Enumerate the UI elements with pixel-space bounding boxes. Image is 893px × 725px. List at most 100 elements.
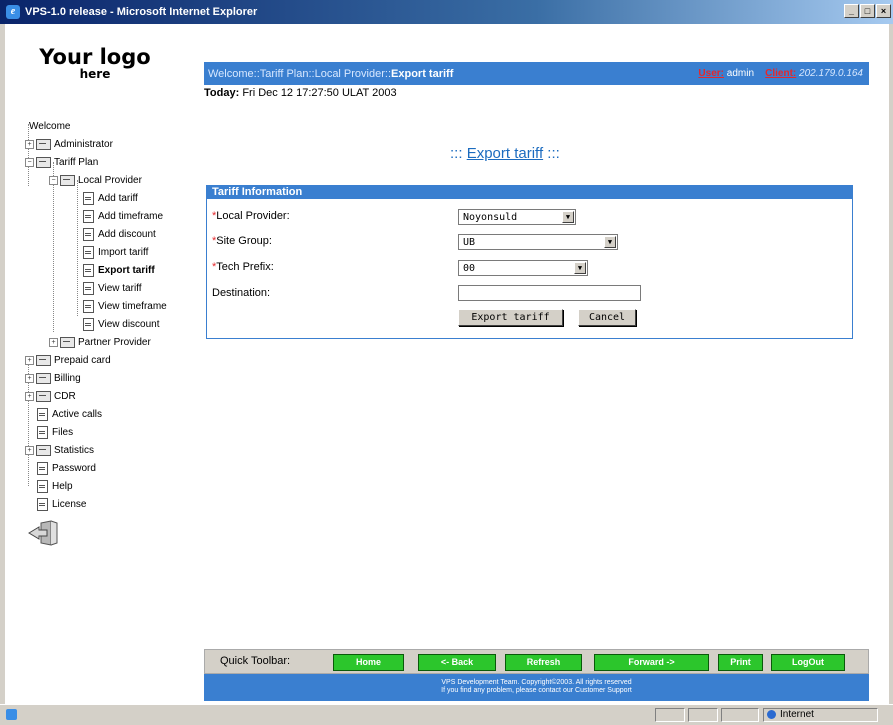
local-provider-select[interactable]: Noyonsuld ▼ xyxy=(458,209,576,225)
select-value: Noyonsuld xyxy=(463,212,518,223)
status-cell xyxy=(688,708,718,722)
tree-item-label: View discount xyxy=(98,319,160,330)
forward-button[interactable]: Forward -> xyxy=(594,654,709,671)
tree-item-local-provider[interactable]: − Local Provider xyxy=(49,172,142,189)
client-value: 202.179.0.164 xyxy=(799,68,863,79)
home-button[interactable]: Home xyxy=(333,654,404,671)
tree-item-label: Welcome xyxy=(29,121,71,132)
expand-icon[interactable]: + xyxy=(25,356,34,365)
tree-item-help[interactable]: Help xyxy=(37,478,73,495)
globe-icon xyxy=(767,710,776,719)
tree-item-add-timeframe[interactable]: Add timeframe xyxy=(83,208,163,225)
tree-item-administrator[interactable]: + Administrator xyxy=(25,136,113,153)
destination-label: Destination: xyxy=(212,287,271,299)
refresh-button[interactable]: Refresh xyxy=(505,654,582,671)
document-icon xyxy=(37,426,48,439)
tree-item-label: Administrator xyxy=(54,139,113,150)
minimize-button[interactable]: _ xyxy=(844,4,859,18)
page-title: ::: Export tariff ::: xyxy=(450,145,560,162)
tree-item-active-calls[interactable]: Active calls xyxy=(37,406,102,423)
breadcrumb-path: Welcome::Tariff Plan::Local Provider:: xyxy=(208,67,392,80)
logout-button[interactable]: LogOut xyxy=(771,654,845,671)
collapse-icon[interactable]: − xyxy=(49,176,58,185)
print-button[interactable]: Print xyxy=(718,654,763,671)
tree-item-label: Prepaid card xyxy=(54,355,111,366)
tree-item-password[interactable]: Password xyxy=(37,460,96,477)
expand-icon[interactable]: + xyxy=(25,374,34,383)
tree-item-label: View timeframe xyxy=(98,301,167,312)
expand-icon[interactable]: + xyxy=(25,140,34,149)
user-label: User: xyxy=(698,68,724,79)
tree-item-label: View tariff xyxy=(98,283,142,294)
document-icon xyxy=(83,282,94,295)
logo-line1: Your logo xyxy=(39,45,151,69)
document-icon xyxy=(83,264,94,277)
site-group-select[interactable]: UB ▼ xyxy=(458,234,618,250)
page-title-suffix: ::: xyxy=(547,145,560,162)
tree-item-label: Add discount xyxy=(98,229,156,240)
tree-item-export-tariff[interactable]: Export tariff xyxy=(83,262,155,279)
folder-icon xyxy=(36,391,51,402)
document-icon xyxy=(37,480,48,493)
cancel-button[interactable]: Cancel xyxy=(578,309,636,326)
expand-icon[interactable]: + xyxy=(25,392,34,401)
document-icon xyxy=(37,408,48,421)
ie-app-icon: e xyxy=(6,5,20,19)
site-group-label: *Site Group: xyxy=(212,235,272,247)
folder-icon xyxy=(60,175,75,186)
tree-item-add-tariff[interactable]: Add tariff xyxy=(83,190,138,207)
tree-item-license[interactable]: License xyxy=(37,496,86,513)
quick-toolbar: Quick Toolbar: Home <- Back Refresh Forw… xyxy=(204,649,869,674)
maximize-button[interactable]: □ xyxy=(860,4,875,18)
footer-support: If you find any problem, please contact … xyxy=(441,687,632,694)
tree-item-label: Help xyxy=(52,481,73,492)
close-button[interactable]: × xyxy=(876,4,891,18)
tree-item-welcome[interactable]: Welcome xyxy=(29,118,71,135)
tree-item-label: Files xyxy=(52,427,74,438)
tree-item-label: Add timeframe xyxy=(98,211,164,222)
local-provider-label: *Local Provider: xyxy=(212,210,290,222)
field-label: Tech Prefix: xyxy=(216,261,274,273)
tree-item-cdr[interactable]: + CDR xyxy=(25,388,76,405)
logout-door-icon[interactable] xyxy=(27,519,67,547)
tech-prefix-select[interactable]: 00 ▼ xyxy=(458,260,588,276)
folder-icon xyxy=(36,373,51,384)
tree-item-view-tariff[interactable]: View tariff xyxy=(83,280,142,297)
collapse-icon[interactable]: − xyxy=(25,158,34,167)
tree-item-import-tariff[interactable]: Import tariff xyxy=(83,244,148,261)
destination-input[interactable] xyxy=(458,285,641,301)
tree-item-view-timeframe[interactable]: View timeframe xyxy=(83,298,167,315)
tree-item-prepaid-card[interactable]: + Prepaid card xyxy=(25,352,111,369)
window-titlebar[interactable]: e VPS-1.0 release - Microsoft Internet E… xyxy=(0,0,893,24)
tree-item-files[interactable]: Files xyxy=(37,424,73,441)
tree-item-statistics[interactable]: + Statistics xyxy=(25,442,94,459)
page-icon xyxy=(6,709,17,720)
expand-icon[interactable]: + xyxy=(25,446,34,455)
session-info: User: admin Client: 202.179.0.164 xyxy=(698,68,863,79)
zone-label: Internet xyxy=(780,709,814,720)
browser-content: Your logo here Welcome + Administrator − T… xyxy=(5,24,889,704)
tree-item-view-discount[interactable]: View discount xyxy=(83,316,160,333)
tree-item-label: CDR xyxy=(54,391,76,402)
tree-item-tariff-plan[interactable]: − Tariff Plan xyxy=(25,154,98,171)
field-label: Local Provider: xyxy=(216,210,290,222)
back-button[interactable]: <- Back xyxy=(418,654,496,671)
chevron-down-icon: ▼ xyxy=(604,236,616,248)
status-bar: Internet xyxy=(0,704,893,725)
expand-icon[interactable]: + xyxy=(49,338,58,347)
tree-item-label: Partner Provider xyxy=(78,337,151,348)
tree-item-billing[interactable]: + Billing xyxy=(25,370,81,387)
folder-icon xyxy=(36,445,51,456)
document-icon xyxy=(83,246,94,259)
breadcrumb-current: Export tariff xyxy=(391,67,454,80)
footer: VPS Development Team. Copyright©2003. Al… xyxy=(204,674,869,701)
today-value: Fri Dec 12 17:27:50 ULAT 2003 xyxy=(242,87,397,99)
export-tariff-button[interactable]: Export tariff xyxy=(458,309,563,326)
tree-item-partner-provider[interactable]: + Partner Provider xyxy=(49,334,151,351)
tree-item-label: Export tariff xyxy=(98,265,155,276)
tree-item-add-discount[interactable]: Add discount xyxy=(83,226,156,243)
chevron-down-icon: ▼ xyxy=(562,211,574,223)
select-value: UB xyxy=(463,237,476,248)
document-icon xyxy=(83,300,94,313)
breadcrumb-bar: Welcome::Tariff Plan::Local Provider::Ex… xyxy=(204,62,869,85)
